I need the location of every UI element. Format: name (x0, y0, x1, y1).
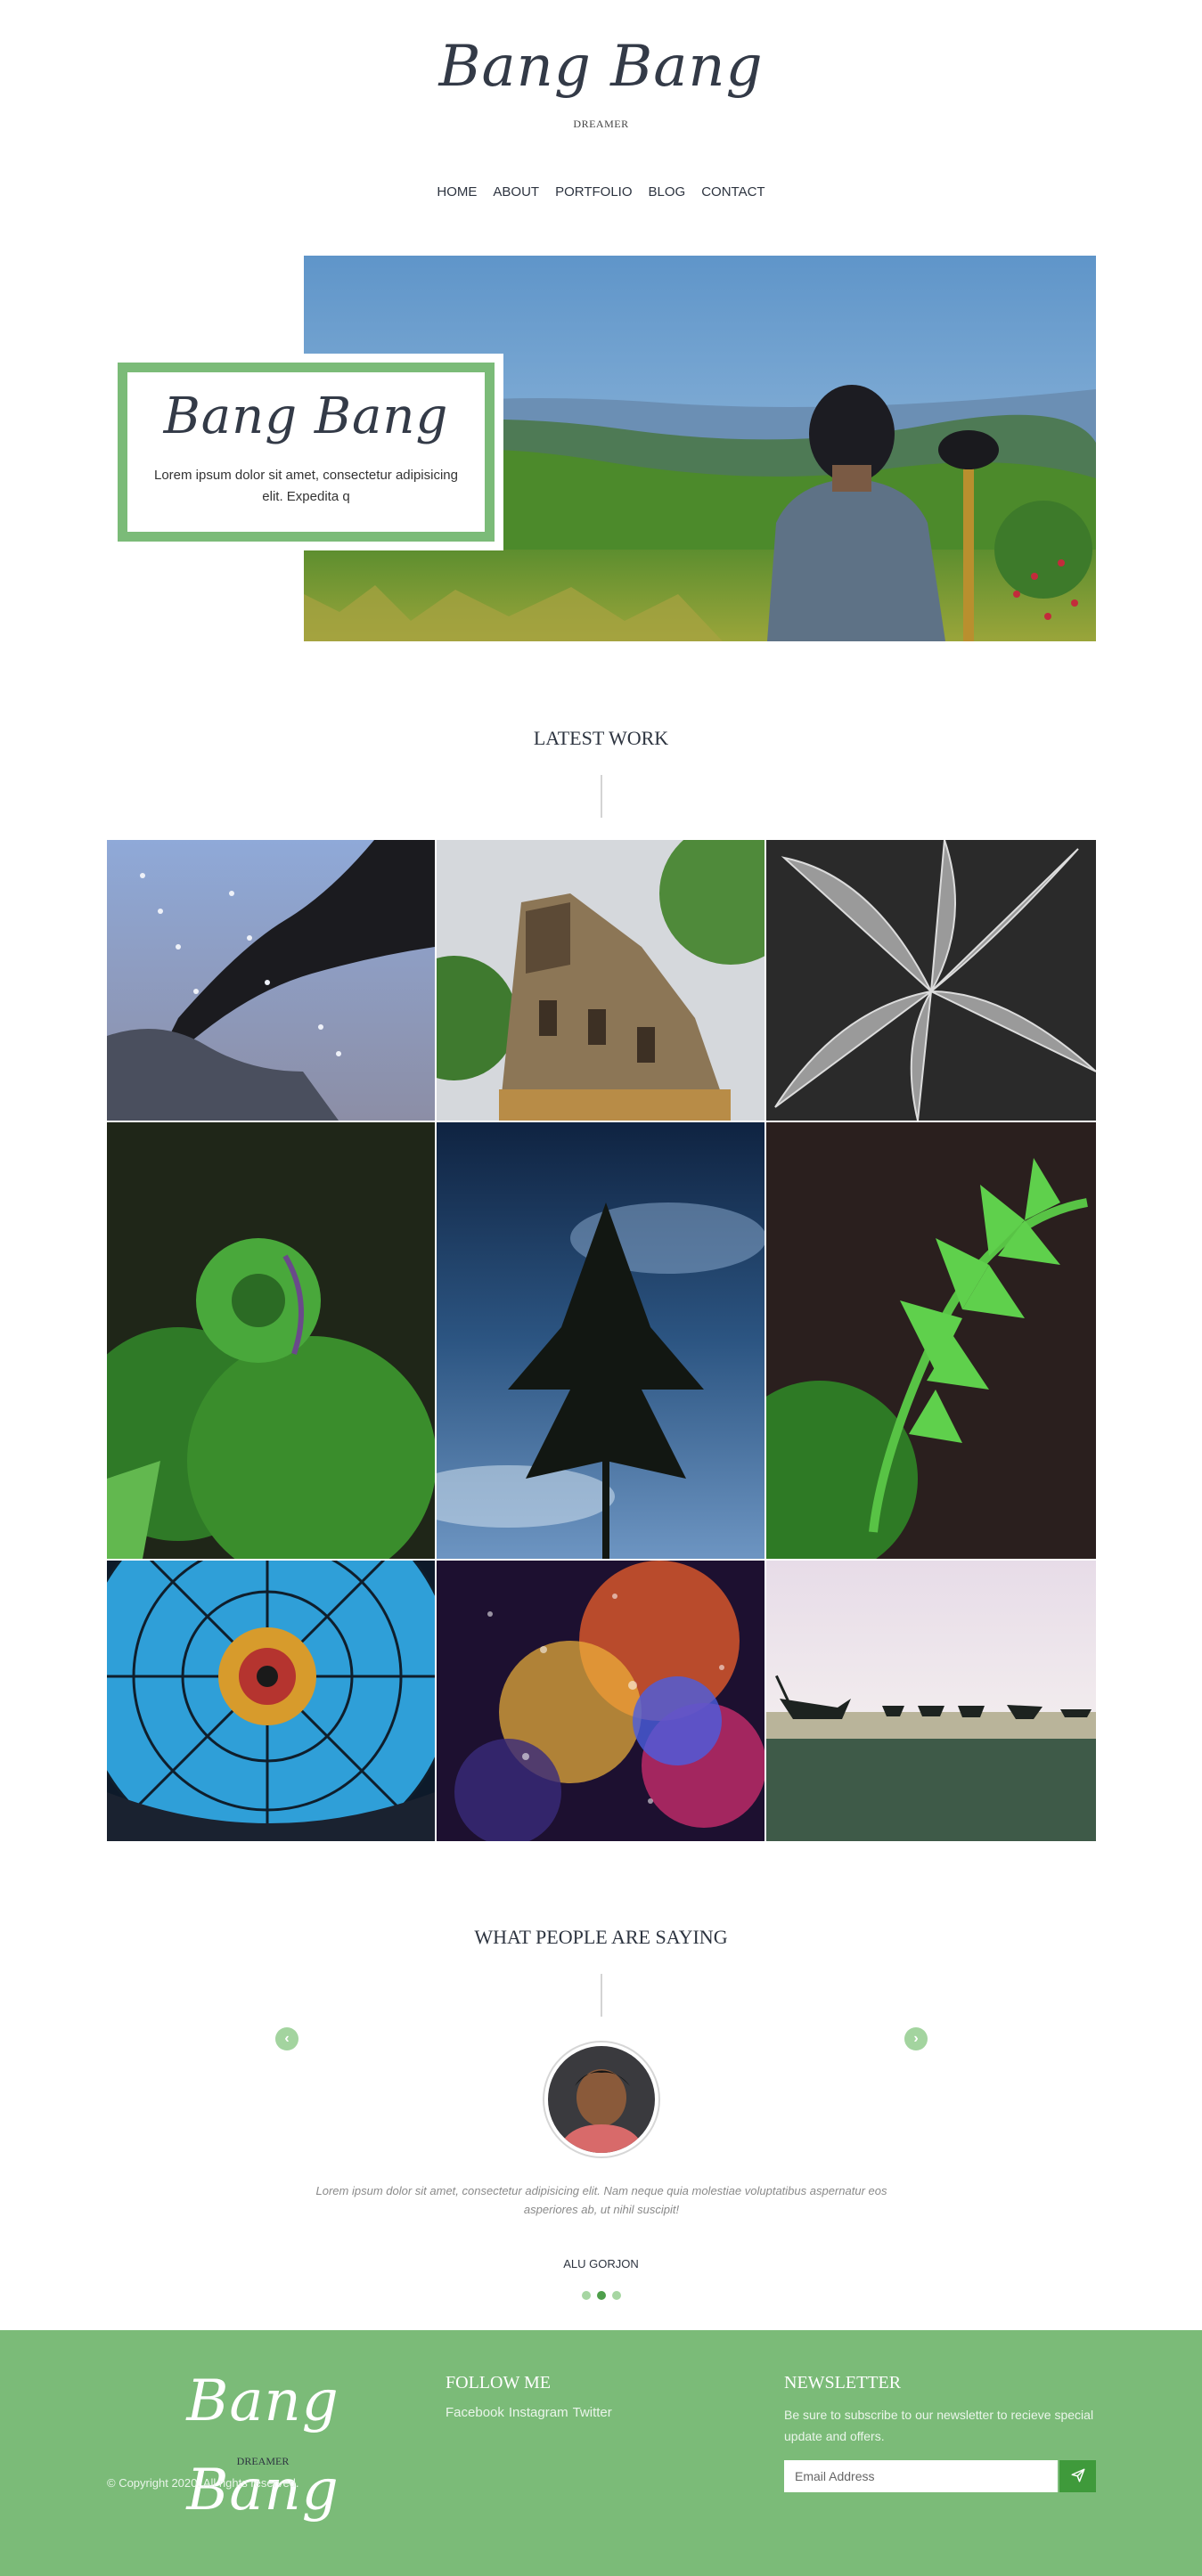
paper-plane-icon (1071, 2468, 1084, 2482)
latest-work-title: LATEST WORK (533, 727, 669, 749)
nav-contact[interactable]: CONTACT (701, 184, 765, 200)
gallery-item-boats[interactable] (766, 1561, 1096, 1841)
pagination-dot-active[interactable] (596, 2291, 606, 2300)
gallery-item-fern-curl[interactable] (107, 1122, 435, 1559)
main-nav: HOME ABOUT PORTFOLIO BLOG CONTACT (0, 184, 1202, 200)
social-links: Facebook Instagram Twitter (446, 2405, 612, 2420)
social-twitter[interactable]: Twitter (573, 2405, 612, 2420)
chevron-right-icon: › (913, 2031, 919, 2046)
testimonial-avatar (543, 2041, 660, 2158)
gallery-item-rain-lights[interactable] (437, 1561, 765, 1841)
hero-text: Lorem ipsum dolor sit amet, consectetur … (154, 468, 458, 504)
pagination-dot[interactable] (611, 2291, 621, 2300)
newsletter-email-input[interactable] (784, 2460, 1058, 2492)
newsletter-title: NEWSLETTER (784, 2373, 902, 2393)
footer-tagline: DREAMER (236, 2455, 290, 2467)
testimonial-next-button[interactable]: › (904, 2027, 928, 2050)
nav-home[interactable]: HOME (437, 184, 477, 200)
pagination-dot[interactable] (581, 2291, 591, 2300)
gallery-item-old-building[interactable] (437, 840, 765, 1121)
testimonial-pagination (0, 2291, 1202, 2300)
nav-about[interactable]: ABOUT (493, 184, 539, 200)
site-header: Bang Bang DREAMER (0, 27, 1202, 131)
hero-card-frame: Bang Bang Lorem ipsum dolor sit amet, co… (118, 363, 495, 542)
testimonial-prev-button[interactable]: ‹ (275, 2027, 298, 2050)
follow-title: FOLLOW ME (446, 2373, 551, 2393)
newsletter-text: Be sure to subscribe to our newsletter t… (784, 2408, 1094, 2443)
site-tagline: DREAMER (573, 118, 629, 130)
section-divider (601, 775, 602, 818)
hero-logo: Bang Bang (163, 387, 449, 445)
nav-portfolio[interactable]: PORTFOLIO (555, 184, 632, 200)
testimonial-author: ALU GORJON (563, 2257, 639, 2270)
chevron-left-icon: ‹ (284, 2031, 290, 2046)
site-logo[interactable]: Bang Bang (0, 27, 1202, 107)
hero-card: Bang Bang Lorem ipsum dolor sit amet, co… (109, 354, 503, 550)
social-instagram[interactable]: Instagram (509, 2405, 568, 2420)
section-divider (601, 1974, 602, 2017)
site-footer: Bang Bang DREAMER © Copyright 2020. All … (0, 2330, 1202, 2576)
gallery-item-leaves-bw[interactable] (766, 840, 1096, 1121)
gallery-item-fern-green[interactable] (766, 1122, 1096, 1559)
testimonials-title: WHAT PEOPLE ARE SAYING (474, 1926, 728, 1948)
footer-logo: Bang Bang (186, 2368, 339, 2523)
newsletter-submit-button[interactable] (1059, 2460, 1096, 2492)
gallery-item-dew-drops[interactable] (107, 840, 435, 1121)
portfolio-gallery (107, 840, 1096, 1841)
gallery-item-fern-sky[interactable] (437, 1122, 765, 1559)
footer-copyright: © Copyright 2020. All rights reserved. (107, 2476, 299, 2490)
testimonial-quote: Lorem ipsum dolor sit amet, consectetur … (315, 2184, 887, 2216)
nav-blog[interactable]: BLOG (649, 184, 686, 200)
social-facebook[interactable]: Facebook (446, 2405, 504, 2420)
gallery-item-dome[interactable] (107, 1561, 435, 1841)
